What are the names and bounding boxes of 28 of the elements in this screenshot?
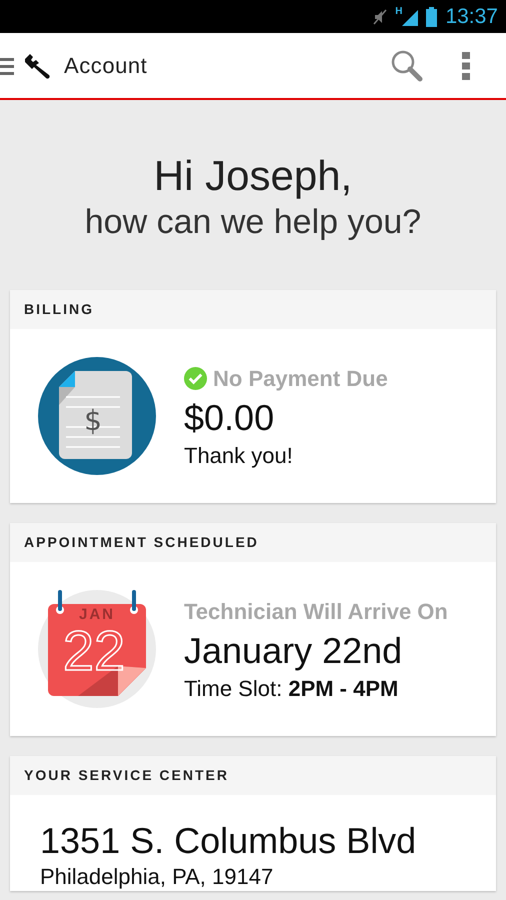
appointment-date: January 22nd [184, 628, 404, 672]
payment-status: No Payment Due [213, 364, 388, 393]
address-line: 1351 S. Columbus Blvd [40, 819, 418, 863]
billing-card[interactable]: BILLING $ No Payment Due $0.00 Thank you! [10, 290, 496, 503]
greeting-subtitle: how can we help you? [84, 202, 422, 243]
calendar-icon [38, 590, 156, 708]
screen-title: Account [64, 52, 148, 80]
mute-icon [373, 8, 388, 24]
bill-icon [38, 357, 156, 475]
battery-icon [426, 6, 438, 26]
service-center-card[interactable]: YOUR SERVICE CENTER 1351 S. Columbus Blvd Philadelphia, PA, 19147 [10, 756, 496, 891]
greeting-title: Hi Joseph, [154, 152, 352, 200]
dollar-sign: $ [84, 404, 102, 437]
search-icon[interactable] [390, 48, 424, 82]
thank-you-text: Thank you! [184, 442, 294, 470]
appointment-card[interactable]: APPOINTMENT SCHEDULED JAN 22 Technician Will Arrive On January 22nd Time Slot: 2PM - 4PM [10, 523, 496, 736]
arrival-label: Technician Will Arrive On [184, 598, 448, 626]
network-type: H [395, 5, 402, 19]
card-header: APPOINTMENT SCHEDULED [10, 523, 496, 562]
amount-due: $0.00 [184, 396, 276, 440]
clock: 13:37 [445, 4, 498, 30]
overflow-menu-icon[interactable] [462, 52, 470, 80]
card-header: BILLING [10, 290, 496, 329]
card-header: YOUR SERVICE CENTER [10, 756, 496, 795]
signal-icon [402, 8, 418, 26]
city-line: Philadelphia, PA, 19147 [40, 863, 274, 891]
time-slot: Time Slot: 2PM - 4PM [184, 674, 448, 704]
menu-icon[interactable] [0, 56, 14, 76]
